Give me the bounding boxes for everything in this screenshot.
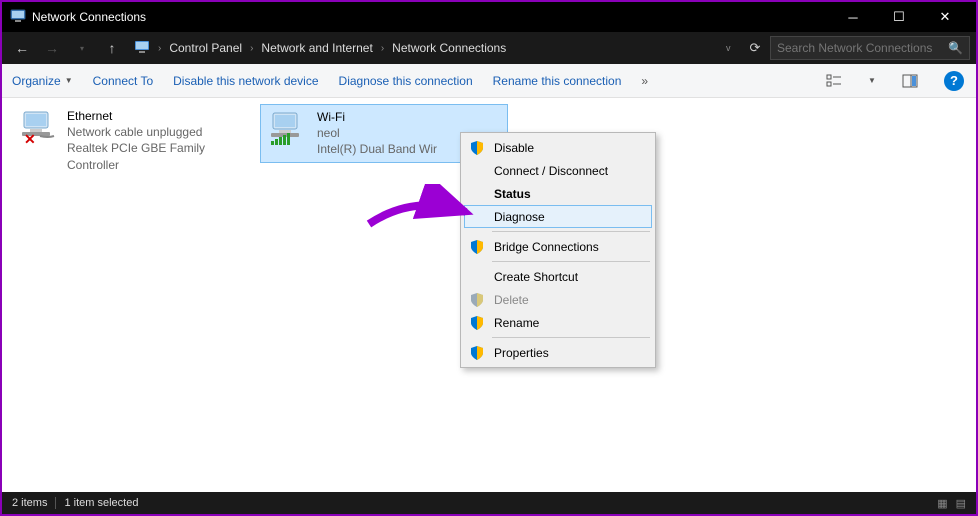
help-button[interactable]: ? bbox=[942, 69, 966, 93]
disable-device-button[interactable]: Disable this network device bbox=[173, 74, 318, 88]
breadcrumb[interactable]: › Control Panel › Network and Internet ›… bbox=[128, 40, 724, 57]
organize-menu[interactable]: Organize ▼ bbox=[12, 74, 73, 88]
adapter-name: Ethernet bbox=[67, 108, 256, 124]
command-bar: Organize ▼ Connect To Disable this netwo… bbox=[2, 64, 976, 98]
ethernet-icon: ✕ bbox=[16, 108, 59, 148]
menu-separator bbox=[492, 261, 650, 262]
adapter-name: Wi-Fi bbox=[317, 109, 437, 125]
forward-button[interactable]: → bbox=[38, 34, 66, 62]
address-bar: ← → ▾ ↑ › Control Panel › Network and In… bbox=[2, 32, 976, 64]
chevron-right-icon: › bbox=[377, 43, 388, 54]
view-options-button[interactable] bbox=[822, 69, 846, 93]
shield-icon bbox=[468, 139, 486, 157]
shield-icon bbox=[468, 238, 486, 256]
menu-disable[interactable]: Disable bbox=[464, 136, 652, 159]
window-controls: ─ ☐ ✕ bbox=[830, 2, 968, 32]
menu-separator bbox=[492, 337, 650, 338]
close-button[interactable]: ✕ bbox=[922, 2, 968, 32]
breadcrumb-item[interactable]: Network and Internet bbox=[261, 41, 372, 55]
view-dropdown[interactable]: ▼ bbox=[866, 69, 878, 93]
adapter-text: Wi-Fi neol Intel(R) Dual Band Wir bbox=[317, 109, 437, 158]
breadcrumb-item[interactable]: Network Connections bbox=[392, 41, 506, 55]
search-input[interactable] bbox=[777, 41, 948, 55]
diagnose-connection-button[interactable]: Diagnose this connection bbox=[339, 74, 473, 88]
adapter-status: Network cable unplugged bbox=[67, 124, 256, 140]
adapter-desc: Intel(R) Dual Band Wir bbox=[317, 141, 437, 157]
control-panel-icon bbox=[134, 40, 150, 57]
back-button[interactable]: ← bbox=[8, 34, 36, 62]
menu-bridge[interactable]: Bridge Connections bbox=[464, 235, 652, 258]
chevron-right-icon: › bbox=[154, 43, 165, 54]
menu-delete: Delete bbox=[464, 288, 652, 311]
window-title: Network Connections bbox=[32, 10, 830, 24]
search-icon: 🔍 bbox=[948, 41, 963, 55]
wifi-icon bbox=[265, 109, 309, 149]
menu-separator bbox=[492, 231, 650, 232]
recent-dropdown[interactable]: ▾ bbox=[68, 34, 96, 62]
shield-icon bbox=[468, 291, 486, 309]
overflow-button[interactable]: » bbox=[641, 74, 648, 88]
details-view-icon[interactable]: ▦ bbox=[937, 497, 947, 510]
menu-rename[interactable]: Rename bbox=[464, 311, 652, 334]
svg-text:✕: ✕ bbox=[24, 131, 36, 146]
menu-properties[interactable]: Properties bbox=[464, 341, 652, 364]
minimize-button[interactable]: ─ bbox=[830, 2, 876, 32]
chevron-right-icon: › bbox=[246, 43, 257, 54]
adapter-status: neol bbox=[317, 125, 437, 141]
menu-create-shortcut[interactable]: Create Shortcut bbox=[464, 265, 652, 288]
search-box[interactable]: 🔍 bbox=[770, 36, 970, 60]
refresh-button[interactable]: ⟳ bbox=[742, 40, 768, 56]
status-item-count: 2 items bbox=[12, 497, 47, 509]
status-selected-count: 1 item selected bbox=[64, 497, 138, 509]
maximize-button[interactable]: ☐ bbox=[876, 2, 922, 32]
up-button[interactable]: ↑ bbox=[98, 34, 126, 62]
chevron-down-icon: ▼ bbox=[65, 76, 73, 85]
shield-icon bbox=[468, 344, 486, 362]
adapter-ethernet[interactable]: ✕ Ethernet Network cable unplugged Realt… bbox=[12, 104, 260, 177]
menu-connect-disconnect[interactable]: Connect / Disconnect bbox=[464, 159, 652, 182]
menu-status[interactable]: Status bbox=[464, 182, 652, 205]
help-icon: ? bbox=[944, 71, 964, 91]
preview-pane-button[interactable] bbox=[898, 69, 922, 93]
tiles-view-icon[interactable]: ▤ bbox=[956, 497, 966, 510]
titlebar: Network Connections ─ ☐ ✕ bbox=[2, 2, 976, 32]
shield-icon bbox=[468, 314, 486, 332]
menu-diagnose[interactable]: Diagnose bbox=[464, 205, 652, 228]
status-bar: 2 items 1 item selected ▦ ▤ bbox=[2, 492, 976, 514]
adapter-text: Ethernet Network cable unplugged Realtek… bbox=[67, 108, 256, 173]
rename-connection-button[interactable]: Rename this connection bbox=[493, 74, 622, 88]
connect-to-button[interactable]: Connect To bbox=[93, 74, 154, 88]
breadcrumb-item[interactable]: Control Panel bbox=[169, 41, 242, 55]
adapter-desc: Realtek PCIe GBE Family Controller bbox=[67, 140, 256, 172]
status-separator bbox=[55, 497, 56, 509]
context-menu: Disable Connect / Disconnect Status Diag… bbox=[460, 132, 656, 368]
address-dropdown[interactable]: v bbox=[726, 43, 740, 53]
window-icon bbox=[10, 9, 26, 25]
